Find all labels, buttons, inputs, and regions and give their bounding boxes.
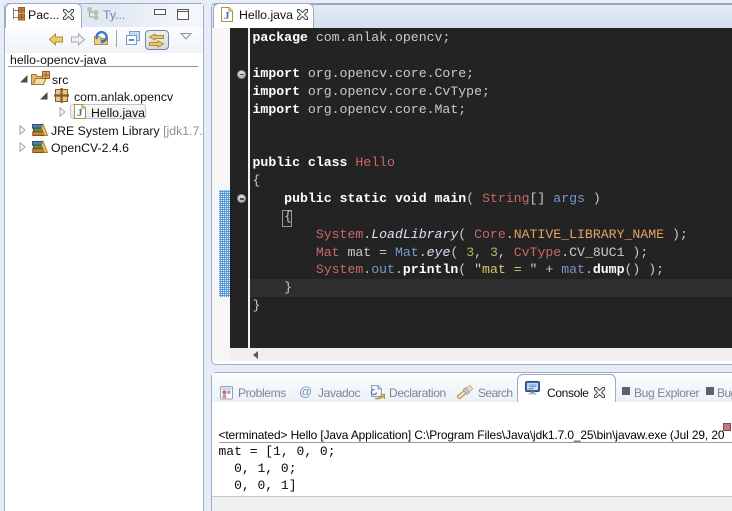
svg-text:J: J <box>224 10 230 22</box>
svg-text:J: J <box>77 107 83 119</box>
